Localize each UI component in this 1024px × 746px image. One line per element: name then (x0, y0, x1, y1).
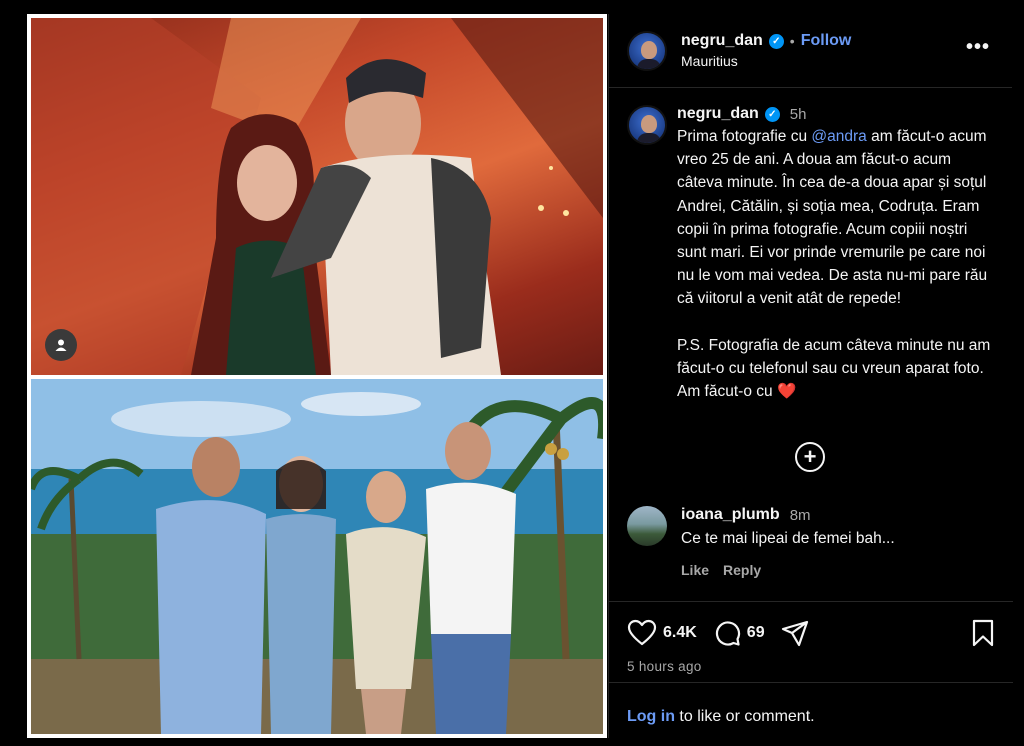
header-top-row: negru_dan ✓ • Follow (681, 32, 851, 50)
comment-body: ioana_plumb 8m Ce te mai lipeai de femei… (681, 506, 895, 578)
header-text: negru_dan ✓ • Follow Mauritius (681, 32, 851, 69)
user-tag-button[interactable] (45, 329, 77, 361)
separator-dot: • (789, 33, 795, 49)
post-actions: 6.4K 69 5 hours ago (609, 601, 1013, 681)
commenter-username[interactable]: ioana_plumb (681, 506, 780, 524)
comments-section[interactable]: negru_dan ✓ 5h Prima fotografie cu @andr… (609, 89, 1013, 601)
author-avatar[interactable] (627, 30, 667, 71)
caption: negru_dan ✓ 5h Prima fotografie cu @andr… (609, 89, 1013, 403)
caption-body: negru_dan ✓ 5h Prima fotografie cu @andr… (677, 105, 995, 403)
comment-actions: Like Reply (681, 562, 895, 578)
comment-reply-button[interactable]: Reply (723, 562, 761, 578)
post-media (27, 14, 607, 738)
mention-link[interactable]: @andra (811, 128, 866, 145)
action-row: 6.4K 69 (627, 619, 995, 647)
follow-button[interactable]: Follow (801, 32, 852, 50)
comment-like-button[interactable]: Like (681, 562, 709, 578)
caption-time: 5h (789, 105, 807, 123)
photo-mauritius-group (31, 379, 603, 734)
comment-text: Ce te mai lipeai de femei bah... (681, 530, 895, 547)
add-circle-icon[interactable]: + (795, 442, 825, 472)
heart-emoji: ❤️ (776, 383, 797, 401)
comment-action: 69 (713, 619, 765, 647)
commenter-avatar[interactable] (627, 506, 667, 546)
bookmark-action (971, 619, 995, 647)
comment-header: ioana_plumb 8m (681, 506, 895, 524)
verified-badge-icon: ✓ (768, 33, 784, 49)
post-header: negru_dan ✓ • Follow Mauritius ••• (609, 14, 1012, 88)
post-side-panel: negru_dan ✓ • Follow Mauritius ••• negru… (608, 14, 1013, 738)
author-username[interactable]: negru_dan (681, 32, 763, 50)
heart-icon[interactable] (627, 619, 657, 647)
caption-header: negru_dan ✓ 5h (677, 105, 995, 123)
like-action: 6.4K (627, 619, 697, 647)
caption-text-before: Prima fotografie cu (677, 128, 812, 145)
photo-old-stage-art (31, 18, 603, 375)
login-link[interactable]: Log in (627, 708, 675, 725)
caption-author-avatar[interactable] (627, 105, 667, 145)
photo-mauritius-art (31, 379, 603, 734)
comment-item: ioana_plumb 8m Ce te mai lipeai de femei… (627, 506, 895, 578)
comments-count: 69 (746, 624, 765, 641)
post-location[interactable]: Mauritius (681, 53, 851, 69)
photo-old-stage (31, 18, 603, 375)
share-action (781, 619, 809, 647)
more-options-icon[interactable]: ••• (966, 37, 990, 57)
share-icon[interactable] (781, 619, 809, 647)
comment-time: 8m (789, 506, 811, 524)
post-modal: negru_dan ✓ • Follow Mauritius ••• negru… (0, 0, 1024, 746)
bookmark-icon[interactable] (971, 619, 995, 647)
caption-text-after: am făcut-o acum vreo 25 de ani. A doua a… (677, 128, 991, 401)
comment-icon[interactable] (713, 619, 741, 647)
login-prompt: Log in to like or comment. (609, 682, 1013, 738)
caption-author[interactable]: negru_dan (677, 105, 759, 123)
post-timestamp[interactable]: 5 hours ago (627, 659, 995, 674)
login-prompt-text: to like or comment. (674, 708, 815, 725)
verified-badge-icon: ✓ (764, 106, 780, 122)
likes-count[interactable]: 6.4K (663, 624, 697, 642)
user-tag-icon (55, 339, 67, 351)
caption-text: Prima fotografie cu @andra am făcut-o ac… (677, 125, 995, 403)
load-more-label: + (803, 444, 817, 469)
